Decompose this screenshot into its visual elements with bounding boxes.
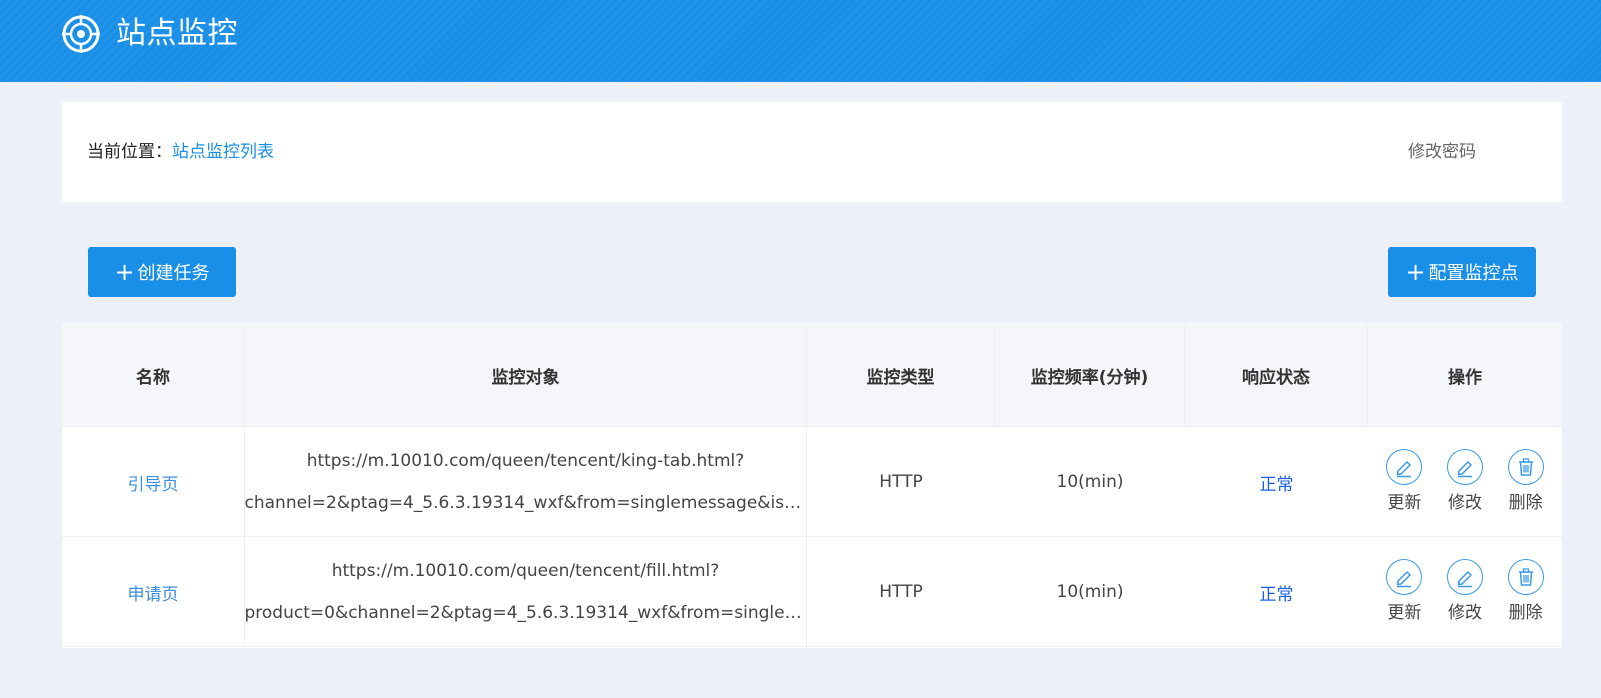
create-task-button[interactable]: + 创建任务 [88, 247, 236, 297]
delete-label: 删除 [1508, 493, 1543, 513]
row-target-url: https://m.10010.com/queen/tencent/fill.h… [245, 537, 807, 647]
column-header-target: 监控对象 [245, 323, 807, 427]
app-title: 站点监控 [116, 16, 238, 51]
column-header-name: 名称 [62, 323, 245, 427]
change-password-link[interactable]: 修改密码 [1408, 140, 1476, 164]
create-task-label: 创建任务 [137, 263, 210, 284]
row-frequency: 10(min) [1056, 472, 1124, 492]
url-line: channel=2&ptag=4_5.6.3.19314_wxf&from=si… [244, 493, 807, 513]
edit-label: 修改 [1447, 493, 1482, 513]
row-name-link[interactable]: 引导页 [62, 427, 245, 537]
config-monitor-point-button[interactable]: + 配置监控点 [1388, 247, 1536, 297]
edit-label: 修改 [1447, 603, 1482, 623]
column-header-type: 监控类型 [807, 323, 995, 427]
plus-icon: + [114, 258, 135, 286]
url-line: https://m.10010.com/queen/tencent/king-t… [306, 451, 745, 471]
plus-icon: + [1405, 258, 1426, 286]
breadcrumb-prefix: 当前位置 [87, 142, 155, 162]
row-target-url: https://m.10010.com/queen/tencent/king-t… [245, 427, 807, 537]
pencil-icon [1446, 559, 1483, 595]
table-row: 申请页 https://m.10010.com/queen/tencent/fi… [62, 537, 1562, 647]
delete-button[interactable]: 删除 [1507, 559, 1544, 625]
config-monitor-point-label: 配置监控点 [1428, 263, 1519, 284]
trash-icon [1507, 559, 1544, 595]
row-actions: 更新 修改 删除 [1368, 537, 1562, 647]
target-icon [62, 15, 100, 53]
column-header-frequency: 监控频率(分钟) [995, 323, 1185, 427]
breadcrumb-panel: 当前位置：站点监控列表 修改密码 [62, 102, 1562, 202]
table-header: 名称 监控对象 监控类型 监控频率(分钟) 响应状态 操作 [62, 323, 1562, 427]
top-header: 站点监控 [0, 0, 1601, 82]
row-frequency: 10(min) [1056, 582, 1124, 602]
url-line: product=0&channel=2&ptag=4_5.6.3.19314_w… [244, 603, 807, 623]
refresh-button[interactable]: 更新 [1386, 559, 1423, 625]
row-name-link[interactable]: 申请页 [62, 537, 245, 647]
delete-label: 删除 [1508, 603, 1543, 623]
breadcrumb-current[interactable]: 站点监控列表 [172, 142, 274, 162]
trash-icon [1507, 449, 1544, 485]
pencil-icon [1386, 559, 1423, 595]
breadcrumb: 当前位置：站点监控列表 [87, 140, 274, 164]
table-row: 引导页 https://m.10010.com/queen/tencent/ki… [62, 427, 1562, 537]
refresh-label: 更新 [1387, 493, 1422, 513]
refresh-button[interactable]: 更新 [1386, 449, 1423, 515]
edit-button[interactable]: 修改 [1446, 449, 1483, 515]
row-monitor-type: HTTP [879, 582, 923, 602]
row-actions: 更新 修改 删除 [1368, 427, 1562, 537]
column-header-actions: 操作 [1448, 367, 1482, 388]
delete-button[interactable]: 删除 [1507, 449, 1544, 515]
column-header-status: 响应状态 [1185, 323, 1368, 427]
edit-button[interactable]: 修改 [1446, 559, 1483, 625]
row-status: 正常 [1259, 474, 1294, 495]
row-monitor-type: HTTP [879, 472, 923, 492]
row-status: 正常 [1259, 584, 1294, 605]
refresh-label: 更新 [1387, 603, 1422, 623]
pencil-icon [1446, 449, 1483, 485]
breadcrumb-separator: ： [155, 142, 172, 162]
monitor-table: 名称 监控对象 监控类型 监控频率(分钟) 响应状态 操作 引导页 https:… [62, 323, 1562, 648]
pencil-icon [1386, 449, 1423, 485]
url-line: https://m.10010.com/queen/tencent/fill.h… [331, 561, 720, 581]
